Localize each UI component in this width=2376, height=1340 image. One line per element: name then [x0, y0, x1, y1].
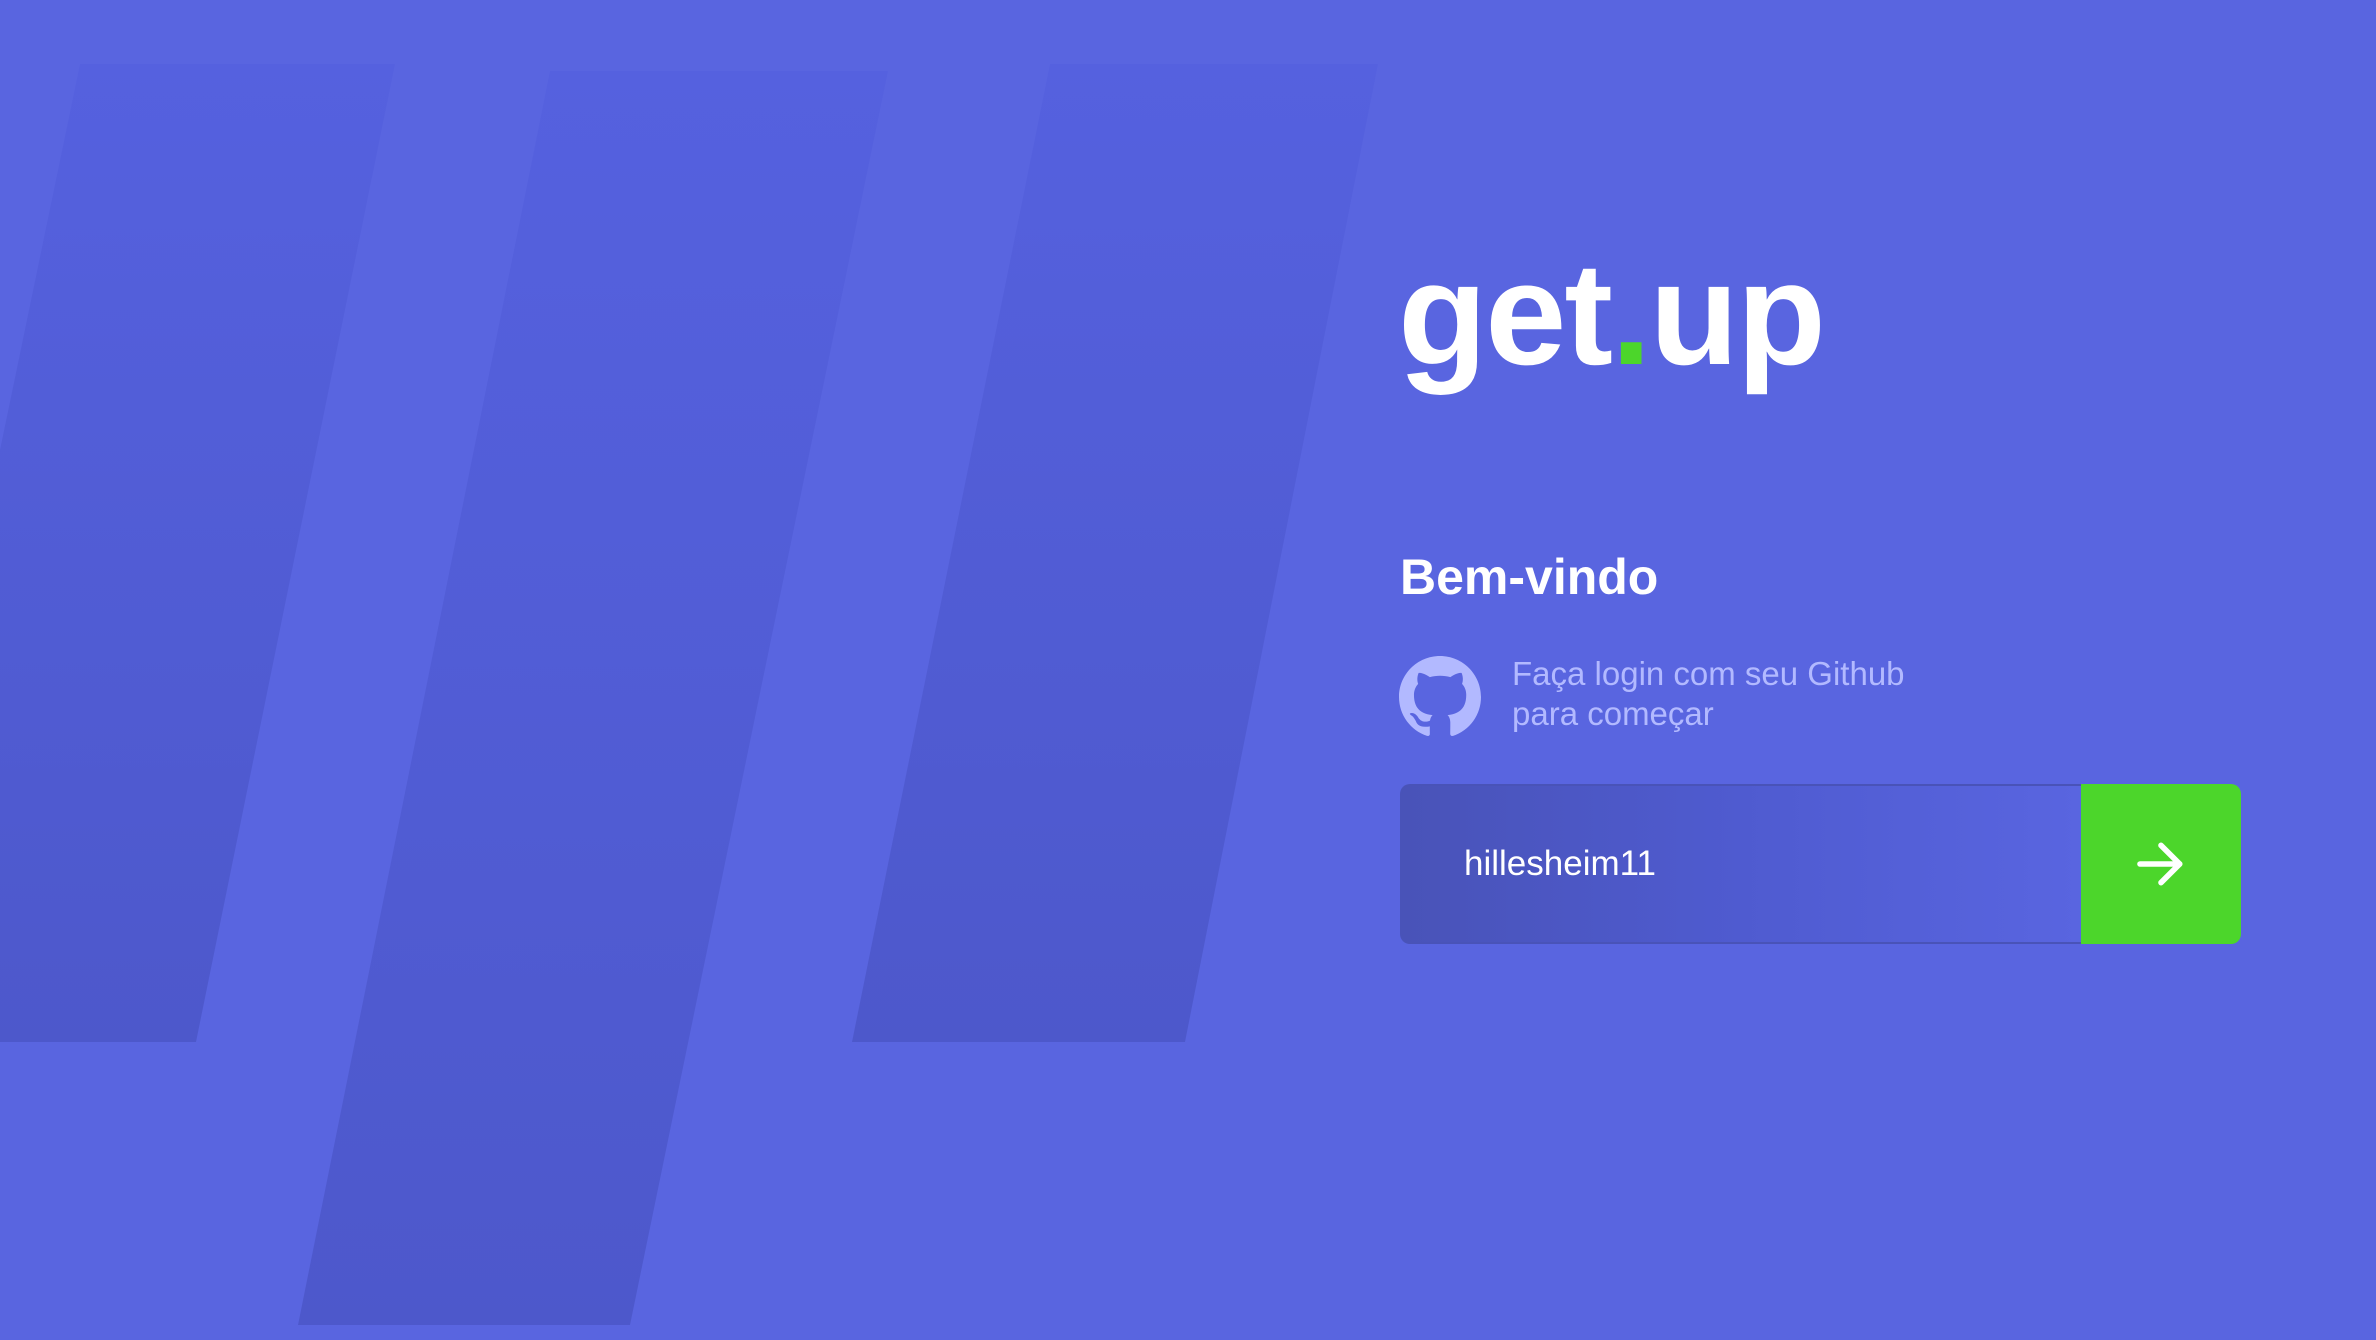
- welcome-heading: Bem-vindo: [1400, 549, 1659, 605]
- login-hint-line-2: para começar: [1512, 695, 1714, 732]
- background-stripe: [0, 64, 395, 1042]
- github-icon: [1399, 656, 1481, 736]
- background-stripe: [298, 71, 888, 1325]
- github-username-input[interactable]: [1400, 784, 2081, 944]
- login-hint-line-1: Faça login com seu Github: [1512, 655, 1905, 692]
- app-logo: get.up: [1398, 224, 1826, 404]
- logo-dot: .: [1611, 232, 1652, 395]
- login-form: [1400, 784, 2241, 944]
- logo-text-get: get: [1398, 232, 1613, 395]
- arrow-right-icon: [2137, 842, 2183, 886]
- background-stripe: [852, 64, 1378, 1042]
- submit-button[interactable]: [2081, 784, 2241, 944]
- logo-text-up: up: [1649, 232, 1826, 395]
- login-hint: Faça login com seu Github para começar: [1512, 654, 2032, 734]
